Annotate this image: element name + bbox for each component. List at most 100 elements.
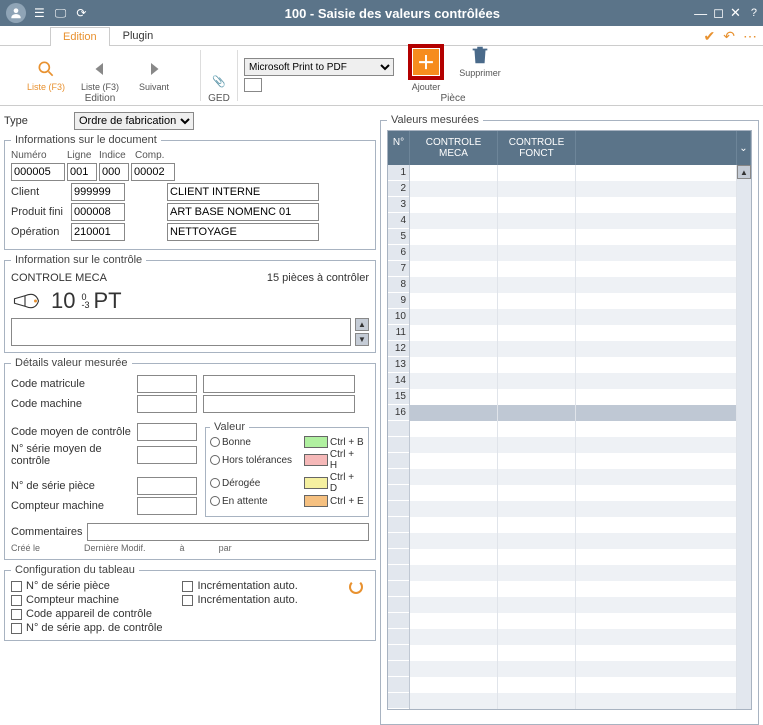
row-num[interactable]: 10 xyxy=(388,309,409,325)
table-row[interactable] xyxy=(410,405,737,421)
table-row[interactable] xyxy=(410,213,737,229)
matricule-input[interactable] xyxy=(137,375,197,393)
row-num[interactable] xyxy=(388,693,409,709)
table-row[interactable] xyxy=(410,229,737,245)
refresh-icon[interactable]: ⟳ xyxy=(76,6,86,20)
table-row[interactable] xyxy=(410,693,737,709)
indice-input[interactable] xyxy=(99,163,129,181)
row-num[interactable]: 3 xyxy=(388,197,409,213)
more-icon[interactable]: ⋯ xyxy=(743,28,757,45)
monitor-icon[interactable]: 🖵 xyxy=(55,6,67,21)
table-row[interactable] xyxy=(410,661,737,677)
table-row[interactable] xyxy=(410,453,737,469)
maximize-button[interactable]: ◻ xyxy=(713,5,724,21)
col-expand[interactable]: ⌄ xyxy=(737,131,751,165)
moyen-input[interactable] xyxy=(137,423,197,441)
table-row[interactable] xyxy=(410,485,737,501)
row-num[interactable]: 2 xyxy=(388,181,409,197)
table-row[interactable] xyxy=(410,501,737,517)
chk-code-app[interactable] xyxy=(11,609,22,620)
confirm-icon[interactable]: ✔ xyxy=(704,28,716,45)
table-row[interactable] xyxy=(410,341,737,357)
supprimer-button[interactable]: Supprimer xyxy=(460,44,500,78)
table-row[interactable] xyxy=(410,437,737,453)
chk-nserie-piece[interactable] xyxy=(11,581,22,592)
undo-icon[interactable]: ↶ xyxy=(723,28,735,45)
radio-attente[interactable] xyxy=(210,496,220,506)
nserie-piece-input[interactable] xyxy=(137,477,197,495)
row-num[interactable] xyxy=(388,437,409,453)
row-num[interactable] xyxy=(388,453,409,469)
row-num[interactable] xyxy=(388,421,409,437)
table-row[interactable] xyxy=(410,357,737,373)
printer-icon[interactable] xyxy=(244,78,262,92)
row-num[interactable] xyxy=(388,581,409,597)
ajouter-button[interactable]: ＋ Ajouter xyxy=(406,44,446,92)
ctrl-up-button[interactable]: ▲ xyxy=(355,318,369,331)
table-row[interactable] xyxy=(410,389,737,405)
row-num[interactable]: 6 xyxy=(388,245,409,261)
prodfini-name[interactable] xyxy=(167,203,319,221)
table-row[interactable] xyxy=(410,469,737,485)
table-row[interactable] xyxy=(410,597,737,613)
row-num[interactable] xyxy=(388,645,409,661)
ged-button[interactable]: 📎 xyxy=(205,70,233,92)
row-num[interactable] xyxy=(388,629,409,645)
table-row[interactable] xyxy=(410,645,737,661)
row-num[interactable]: 1 xyxy=(388,165,409,181)
table-row[interactable] xyxy=(410,197,737,213)
radio-hors[interactable] xyxy=(210,455,220,465)
help-icon[interactable]: ? xyxy=(751,7,757,19)
matricule-desc[interactable] xyxy=(203,375,355,393)
row-num[interactable] xyxy=(388,501,409,517)
client-name[interactable] xyxy=(167,183,319,201)
table-row[interactable] xyxy=(410,565,737,581)
row-num[interactable]: 4 xyxy=(388,213,409,229)
radio-bonne[interactable] xyxy=(210,437,220,447)
nserie-moyen-input[interactable] xyxy=(137,446,197,464)
table-row[interactable] xyxy=(410,261,737,277)
row-num[interactable]: 11 xyxy=(388,325,409,341)
table-row[interactable] xyxy=(410,581,737,597)
liste-button[interactable]: Liste (F3) xyxy=(26,58,66,92)
refresh-spinner-icon[interactable] xyxy=(349,580,363,594)
compteur-input[interactable] xyxy=(137,497,197,515)
row-num[interactable] xyxy=(388,549,409,565)
machine-input[interactable] xyxy=(137,395,197,413)
client-code[interactable] xyxy=(71,183,125,201)
table-row[interactable] xyxy=(410,181,737,197)
scroll-up[interactable]: ▲ xyxy=(737,165,751,179)
table-row[interactable] xyxy=(410,517,737,533)
type-select[interactable]: Ordre de fabrication xyxy=(74,112,194,130)
comp-input[interactable] xyxy=(131,163,175,181)
col-fonct[interactable]: CONTROLE FONCT xyxy=(498,131,576,165)
table-row[interactable] xyxy=(410,677,737,693)
row-num[interactable]: 12 xyxy=(388,341,409,357)
machine-desc[interactable] xyxy=(203,395,355,413)
row-num[interactable]: 15 xyxy=(388,389,409,405)
row-num[interactable]: 8 xyxy=(388,277,409,293)
ligne-input[interactable] xyxy=(67,163,97,181)
table-row[interactable] xyxy=(410,277,737,293)
table-row[interactable] xyxy=(410,165,737,181)
table-row[interactable] xyxy=(410,629,737,645)
table-row[interactable] xyxy=(410,421,737,437)
table-row[interactable] xyxy=(410,325,737,341)
numero-input[interactable] xyxy=(11,163,65,181)
row-num[interactable] xyxy=(388,517,409,533)
row-num[interactable] xyxy=(388,565,409,581)
user-avatar-icon[interactable] xyxy=(6,3,26,23)
chk-incr1[interactable] xyxy=(182,581,193,592)
printer-select[interactable]: Microsoft Print to PDF xyxy=(244,58,394,76)
next-button[interactable]: Suivant xyxy=(134,58,174,92)
close-button[interactable]: ✕ xyxy=(730,5,741,21)
chk-incr2[interactable] xyxy=(182,595,193,606)
table-row[interactable] xyxy=(410,533,737,549)
row-num[interactable]: 13 xyxy=(388,357,409,373)
tab-edition[interactable]: Edition xyxy=(50,27,110,46)
prev-button[interactable]: Liste (F3) xyxy=(80,58,120,92)
minimize-button[interactable]: — xyxy=(694,6,707,21)
row-num[interactable] xyxy=(388,613,409,629)
operation-name[interactable] xyxy=(167,223,319,241)
row-num[interactable]: 9 xyxy=(388,293,409,309)
